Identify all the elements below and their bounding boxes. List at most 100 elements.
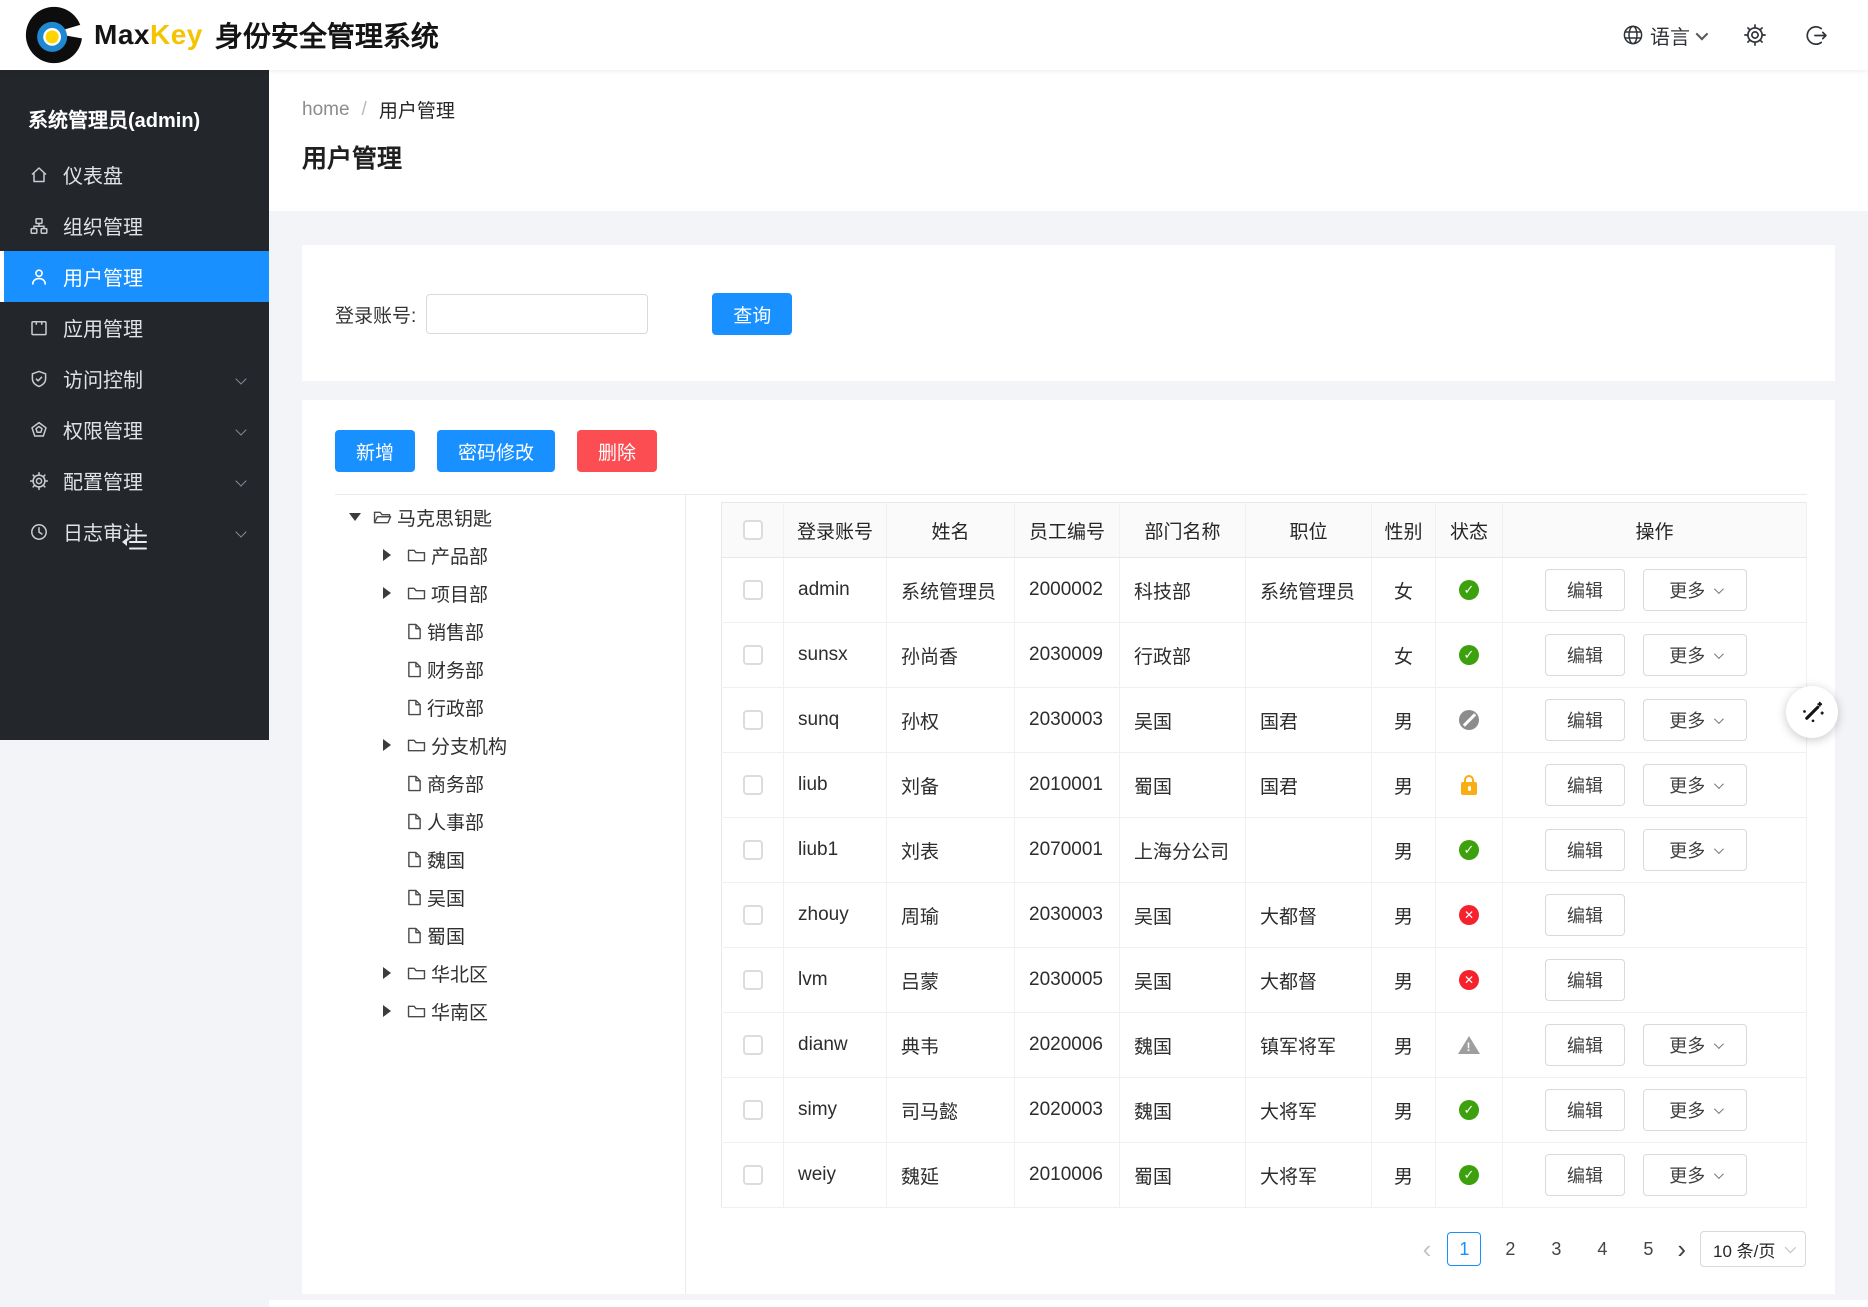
tree-node-label: 吴国 (427, 884, 465, 911)
more-button[interactable]: 更多 (1643, 634, 1747, 676)
logout-button[interactable] (1805, 24, 1828, 47)
cell-name: 周瑜 (887, 883, 1015, 948)
tree-node[interactable]: 华北区 (335, 954, 685, 992)
caret-right-icon[interactable] (383, 1005, 391, 1017)
chevron-right-icon[interactable]: › (1677, 1232, 1686, 1266)
tree-node[interactable]: 分支机构 (335, 726, 685, 764)
edit-button[interactable]: 编辑 (1545, 569, 1625, 611)
cell-employee-no: 2030009 (1015, 623, 1120, 688)
language-menu[interactable]: 语言 (1622, 21, 1705, 50)
more-button[interactable]: 更多 (1643, 699, 1747, 741)
cell-position (1246, 623, 1372, 688)
tree-node[interactable]: 蜀国 (335, 916, 685, 954)
tree-node[interactable]: 产品部 (335, 536, 685, 574)
page-3-button[interactable]: 3 (1539, 1232, 1573, 1266)
row-checkbox[interactable] (743, 645, 763, 665)
cell-position: 大都督 (1246, 948, 1372, 1013)
tree-node[interactable]: 销售部 (335, 612, 685, 650)
edit-button[interactable]: 编辑 (1545, 764, 1625, 806)
language-label: 语言 (1650, 21, 1690, 50)
caret-right-icon[interactable] (383, 549, 391, 561)
globe-icon (1622, 24, 1644, 46)
cell-employee-no: 2030005 (1015, 948, 1120, 1013)
tree-node[interactable]: 商务部 (335, 764, 685, 802)
query-button[interactable]: 查询 (712, 293, 792, 335)
more-button[interactable]: 更多 (1643, 1024, 1747, 1066)
caret-down-icon[interactable] (349, 513, 361, 521)
row-checkbox[interactable] (743, 710, 763, 730)
cell-name: 孙尚香 (887, 623, 1015, 688)
cell-position: 国君 (1246, 753, 1372, 818)
more-button[interactable]: 更多 (1643, 569, 1747, 611)
row-checkbox[interactable] (743, 775, 763, 795)
settings-button[interactable] (1743, 23, 1767, 47)
sidebar-item-label: 仪表盘 (63, 160, 123, 189)
cell-department: 吴国 (1120, 948, 1246, 1013)
caret-right-icon[interactable] (383, 739, 391, 751)
page-1-button[interactable]: 1 (1447, 1232, 1481, 1266)
tree-node[interactable]: 马克思钥匙 (335, 498, 685, 536)
login-account-input[interactable] (426, 294, 648, 334)
edit-button[interactable]: 编辑 (1545, 959, 1625, 1001)
cell-position: 大将军 (1246, 1143, 1372, 1208)
status-active-icon (1459, 840, 1479, 860)
edit-button[interactable]: 编辑 (1545, 829, 1625, 871)
tree-node[interactable]: 吴国 (335, 878, 685, 916)
cell-login-account: simy (784, 1078, 887, 1143)
caret-right-icon[interactable] (383, 967, 391, 979)
more-button[interactable]: 更多 (1643, 829, 1747, 871)
sidebar-item-access-control[interactable]: 访问控制 (0, 353, 269, 404)
edit-button[interactable]: 编辑 (1545, 634, 1625, 676)
add-button[interactable]: 新增 (335, 430, 415, 472)
sidebar-item-permissions[interactable]: 权限管理 (0, 404, 269, 455)
breadcrumb-home[interactable]: home (302, 99, 350, 121)
sidebar-item-users[interactable]: 用户管理 (0, 251, 269, 302)
caret-right-icon[interactable] (383, 587, 391, 599)
row-checkbox[interactable] (743, 1100, 763, 1120)
edit-button[interactable]: 编辑 (1545, 1089, 1625, 1131)
floating-assistant-button[interactable] (1786, 686, 1838, 738)
file-icon (407, 889, 422, 906)
tree-node[interactable]: 魏国 (335, 840, 685, 878)
tree-node[interactable]: 项目部 (335, 574, 685, 612)
more-button[interactable]: 更多 (1643, 1154, 1747, 1196)
sidebar-item-dashboard[interactable]: 仪表盘 (0, 149, 269, 200)
status-deleted-icon (1459, 905, 1479, 925)
row-checkbox[interactable] (743, 905, 763, 925)
chevron-left-icon[interactable]: ‹ (1423, 1232, 1432, 1266)
more-button[interactable]: 更多 (1643, 1089, 1747, 1131)
chevron-down-icon (1714, 844, 1724, 854)
tree-node[interactable]: 华南区 (335, 992, 685, 1030)
sidebar-collapse-button[interactable] (121, 532, 147, 552)
row-checkbox[interactable] (743, 1035, 763, 1055)
page-2-button[interactable]: 2 (1493, 1232, 1527, 1266)
row-checkbox[interactable] (743, 1165, 763, 1185)
tree-node[interactable]: 人事部 (335, 802, 685, 840)
change-password-button[interactable]: 密码修改 (437, 430, 555, 472)
row-checkbox[interactable] (743, 580, 763, 600)
breadcrumb-current: 用户管理 (379, 96, 455, 123)
row-checkbox[interactable] (743, 970, 763, 990)
page-4-button[interactable]: 4 (1585, 1232, 1619, 1266)
sidebar-item-apps[interactable]: 应用管理 (0, 302, 269, 353)
chevron-down-icon (1714, 584, 1724, 594)
page-size-select[interactable]: 10 条/页 (1700, 1231, 1806, 1267)
sidebar-item-configuration[interactable]: 配置管理 (0, 455, 269, 506)
edit-button[interactable]: 编辑 (1545, 894, 1625, 936)
row-checkbox[interactable] (743, 840, 763, 860)
sidebar: 系统管理员(admin) 仪表盘 组织管理 用户管理 应用管理 访问控制 权限管… (0, 70, 269, 740)
col-login-account: 登录账号 (784, 503, 887, 558)
page-5-button[interactable]: 5 (1631, 1232, 1665, 1266)
sidebar-item-organization[interactable]: 组织管理 (0, 200, 269, 251)
select-all-checkbox[interactable] (743, 520, 763, 540)
edit-button[interactable]: 编辑 (1545, 1024, 1625, 1066)
cell-department: 蜀国 (1120, 1143, 1246, 1208)
more-button[interactable]: 更多 (1643, 764, 1747, 806)
cell-department: 行政部 (1120, 623, 1246, 688)
edit-button[interactable]: 编辑 (1545, 1154, 1625, 1196)
delete-button[interactable]: 删除 (577, 430, 657, 472)
chevron-down-icon (1714, 779, 1724, 789)
tree-node[interactable]: 行政部 (335, 688, 685, 726)
tree-node[interactable]: 财务部 (335, 650, 685, 688)
edit-button[interactable]: 编辑 (1545, 699, 1625, 741)
